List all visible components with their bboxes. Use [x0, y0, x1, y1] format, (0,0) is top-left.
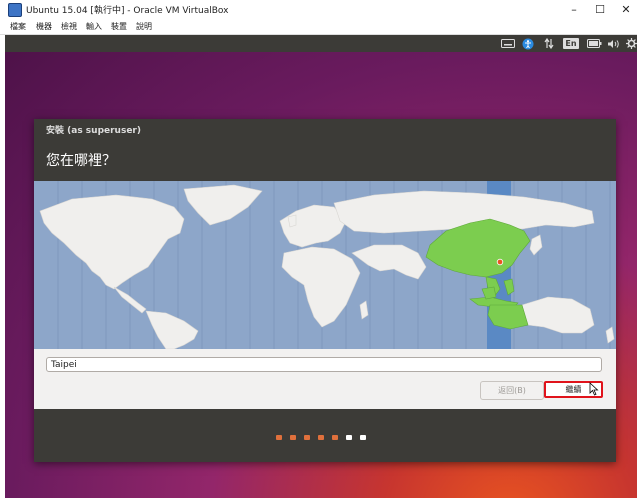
- menu-help[interactable]: 說明: [136, 21, 152, 32]
- mouse-cursor-icon: [589, 382, 599, 396]
- timezone-input[interactable]: Taipei: [46, 357, 602, 372]
- accessibility-icon[interactable]: [522, 38, 534, 49]
- network-arrows-icon[interactable]: [543, 38, 555, 49]
- input-method-indicator[interactable]: En: [563, 38, 579, 49]
- progress-dot-done: [318, 435, 324, 440]
- virtualbox-icon: [8, 3, 22, 17]
- installer-dialog: 安裝 (as superuser) 您在哪裡？ Taipei 返回(B) 繼續: [34, 119, 616, 462]
- menu-file[interactable]: 檔案: [10, 21, 26, 32]
- menu-devices[interactable]: 裝置: [111, 21, 127, 32]
- page-heading: 您在哪裡？: [46, 153, 116, 169]
- selected-city-marker: [496, 258, 504, 266]
- dialog-header: 安裝 (as superuser) 您在哪裡？: [34, 119, 616, 181]
- install-progress-dots: [276, 435, 366, 441]
- window-titlebar: Ubuntu 15.04 [執行中] - Oracle VM VirtualBo…: [0, 0, 637, 18]
- volume-icon[interactable]: [606, 38, 620, 49]
- dialog-title: 安裝 (as superuser): [46, 126, 141, 136]
- ubuntu-top-panel: En: [5, 35, 637, 52]
- battery-icon[interactable]: [586, 38, 602, 49]
- window-title: Ubuntu 15.04 [執行中] - Oracle VM VirtualBo…: [26, 6, 229, 16]
- menu-view[interactable]: 檢視: [61, 21, 77, 32]
- menubar: 檔案 機器 檢視 輸入 裝置 說明: [0, 18, 637, 35]
- back-button[interactable]: 返回(B): [480, 381, 544, 400]
- progress-footer: [34, 409, 616, 462]
- close-button[interactable]: ✕: [612, 0, 637, 18]
- progress-dot-done: [290, 435, 296, 440]
- progress-dot-pending: [360, 435, 366, 440]
- menu-input[interactable]: 輸入: [86, 21, 102, 32]
- progress-dot-pending: [346, 435, 352, 440]
- progress-dot-done: [276, 435, 282, 440]
- menu-machine[interactable]: 機器: [36, 21, 52, 32]
- progress-dot-done: [304, 435, 310, 440]
- maximize-button[interactable]: ☐: [586, 0, 614, 18]
- keyboard-icon[interactable]: [500, 38, 516, 49]
- progress-dot-done: [332, 435, 338, 440]
- settings-gear-icon[interactable]: [625, 38, 637, 49]
- timezone-world-map[interactable]: [34, 181, 616, 349]
- minimize-button[interactable]: –: [560, 0, 588, 18]
